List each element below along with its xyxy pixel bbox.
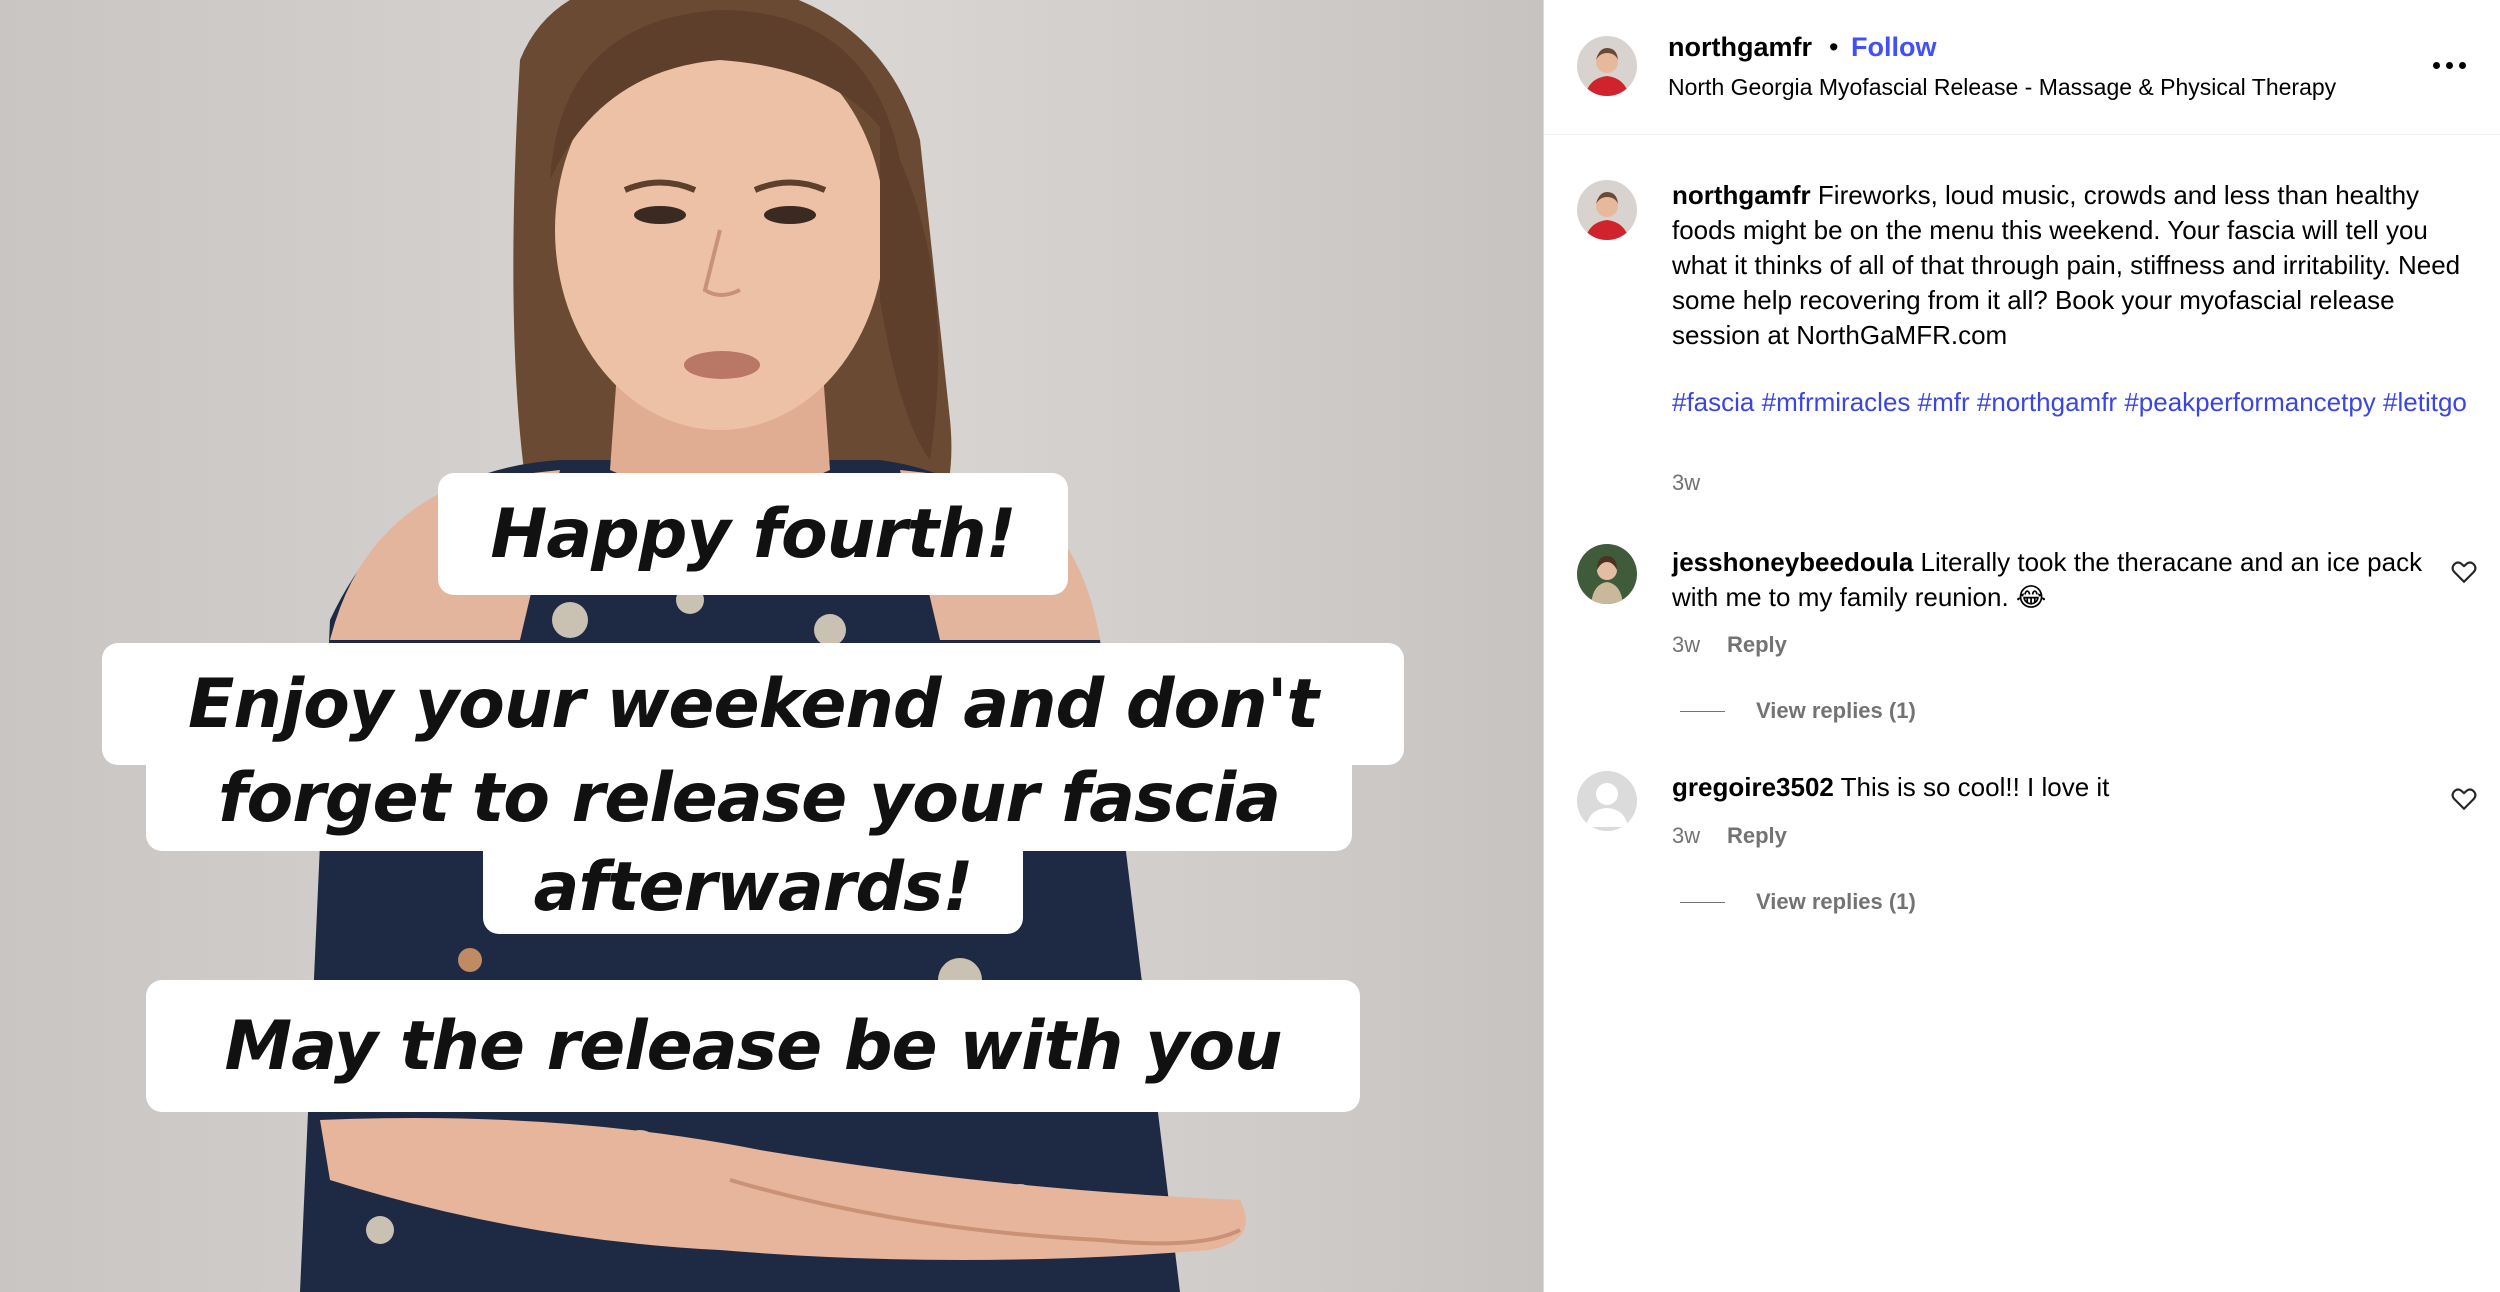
- post-media[interactable]: Happy fourth! Enjoy your weekend and don…: [0, 0, 1543, 1292]
- caption-username[interactable]: northgamfr: [1672, 180, 1811, 210]
- reply-button[interactable]: Reply: [1727, 823, 1787, 849]
- header-separator: •: [1829, 32, 1839, 62]
- media-caption-line-3: May the release be with you: [224, 1006, 1282, 1086]
- author-avatar-image: [1577, 36, 1637, 96]
- media-caption-box-3: May the release be with you: [146, 980, 1360, 1112]
- media-caption-box-1: Happy fourth!: [438, 473, 1068, 595]
- comment-username[interactable]: gregoire3502: [1672, 772, 1834, 802]
- default-avatar-icon: [1577, 771, 1637, 831]
- view-replies-line: [1680, 711, 1725, 712]
- more-dot: [2445, 61, 2453, 69]
- more-dot: [2432, 61, 2440, 69]
- media-caption-line-2b: forget to release your fascia: [217, 758, 1281, 838]
- comment-username[interactable]: jesshoneybeedoula: [1672, 547, 1913, 577]
- hashtag-link[interactable]: #mfrmiracles: [1762, 387, 1911, 417]
- media-caption-line-2a: Enjoy your weekend and don't: [187, 664, 1319, 744]
- caption-author-avatar[interactable]: [1577, 180, 1637, 240]
- more-horizontal-icon[interactable]: [2429, 50, 2469, 80]
- post-caption: northgamfr Fireworks, loud music, crowds…: [1672, 178, 2472, 353]
- comment-timestamp[interactable]: 3w: [1672, 823, 1700, 849]
- like-heart-icon[interactable]: [2451, 787, 2477, 811]
- view-replies-button[interactable]: View replies (1): [1756, 889, 1916, 915]
- comment-timestamp[interactable]: 3w: [1672, 632, 1700, 658]
- commenter-avatar[interactable]: [1577, 544, 1637, 604]
- like-heart-icon[interactable]: [2451, 560, 2477, 584]
- caption-avatar-image: [1577, 180, 1637, 240]
- caption-timestamp[interactable]: 3w: [1672, 470, 1700, 496]
- commenter-avatar[interactable]: [1577, 771, 1637, 831]
- author-subtitle[interactable]: North Georgia Myofascial Release - Massa…: [1668, 74, 2336, 101]
- media-caption-box-2c: afterwards!: [483, 840, 1023, 934]
- view-replies-line: [1680, 902, 1725, 903]
- post-side-panel: northgamfr • Follow North Georgia Myofas…: [1543, 0, 2500, 1292]
- view-replies-button[interactable]: View replies (1): [1756, 698, 1916, 724]
- hashtag-link[interactable]: #fascia: [1672, 387, 1754, 417]
- comment-body: jesshoneybeedoula Literally took the the…: [1672, 545, 2432, 615]
- media-caption-line-2c: afterwards!: [533, 847, 973, 927]
- reply-button[interactable]: Reply: [1727, 632, 1787, 658]
- caption-hashtags: #fascia #mfrmiracles #mfr #northgamfr #p…: [1672, 385, 2472, 420]
- hashtag-link[interactable]: #letitgo: [2383, 387, 2467, 417]
- post-header: northgamfr • Follow North Georgia Myofas…: [1544, 0, 2500, 135]
- hashtag-link[interactable]: #mfr: [1918, 387, 1970, 417]
- media-caption-box-2b: forget to release your fascia: [146, 745, 1352, 851]
- media-caption-line-1: Happy fourth!: [490, 494, 1016, 574]
- hashtag-link[interactable]: #peakperformancetpy: [2124, 387, 2375, 417]
- author-avatar[interactable]: [1577, 36, 1637, 96]
- follow-button[interactable]: Follow: [1851, 32, 1936, 63]
- comment-body: gregoire3502 This is so cool!! I love it: [1672, 770, 2432, 805]
- commenter-avatar-image: [1577, 544, 1637, 604]
- author-username[interactable]: northgamfr: [1668, 32, 1812, 63]
- comment-text: This is so cool!! I love it: [1840, 772, 2110, 802]
- more-dot: [2458, 61, 2466, 69]
- hashtag-link[interactable]: #northgamfr: [1977, 387, 2117, 417]
